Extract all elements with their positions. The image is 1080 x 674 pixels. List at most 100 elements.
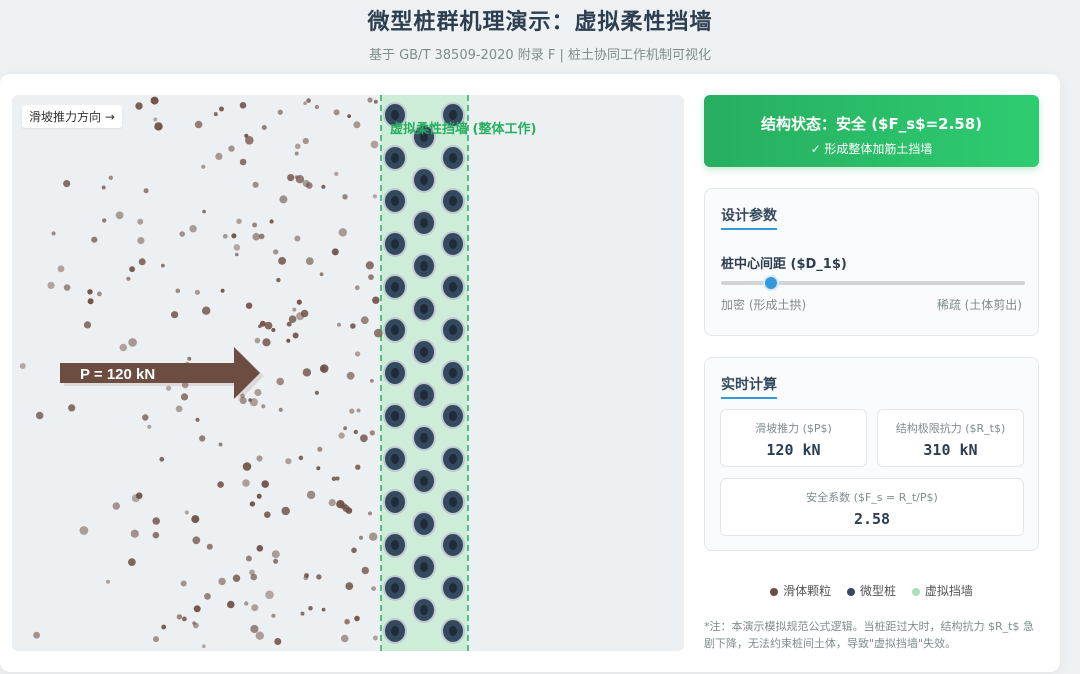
soil-particle (319, 364, 329, 373)
soil-particle (287, 174, 295, 182)
slider-max-label: 稀疏 (土体剪出) (936, 298, 1022, 312)
soil-particle (232, 574, 241, 582)
soil-particle (367, 97, 373, 103)
soil-particle (248, 398, 252, 402)
micro-pile (412, 425, 436, 451)
soil-particle (194, 289, 200, 295)
micro-pile (383, 317, 407, 343)
soil-particle (319, 272, 324, 277)
soil-particle (372, 296, 380, 304)
soil-particle (264, 511, 271, 518)
simulation-canvas: P = 120 kN (12, 95, 684, 651)
soil-particle (321, 607, 326, 612)
soil-particle (337, 322, 341, 327)
soil-particle (281, 506, 290, 516)
soil-particle (137, 237, 145, 245)
legend-soil: 滑体颗粒 (770, 584, 831, 598)
calc-title: 实时计算 (721, 374, 777, 399)
soil-particle (256, 493, 262, 499)
micro-pile (383, 446, 407, 472)
soil-particle (271, 613, 276, 618)
spacing-slider-handle[interactable] (763, 275, 779, 291)
micro-pile (412, 554, 436, 580)
soil-particle (321, 184, 326, 189)
soil-particle (308, 606, 313, 611)
soil-particle (171, 311, 179, 319)
soil-particle (213, 112, 218, 117)
soil-particle (256, 455, 263, 462)
soil-particle (152, 531, 160, 539)
soil-particle (236, 218, 242, 225)
page-title: 微型桩群机理演示：虚拟柔性挡墙 (367, 10, 713, 35)
soil-particle (261, 404, 266, 409)
soil-particle (292, 307, 297, 312)
soil-particle (138, 258, 146, 266)
soil-particle (255, 631, 264, 640)
soil-particle (193, 622, 199, 629)
soil-particle (63, 284, 71, 291)
soil-particle (355, 464, 361, 470)
soil-particle (300, 611, 305, 616)
micro-pile (441, 446, 465, 472)
soil-dot-icon (770, 587, 779, 596)
wall-dot-icon (911, 587, 920, 596)
soil-particle (115, 211, 124, 220)
soil-particle (180, 580, 187, 587)
micro-pile (441, 274, 465, 300)
soil-particle (180, 393, 189, 401)
safety-factor-card: 安全系数 ($F_s = R_t/P$) 2.58 (720, 478, 1024, 536)
soil-particle (152, 517, 160, 525)
soil-particle (296, 299, 302, 305)
soil-particle (235, 252, 239, 257)
soil-particle (314, 390, 319, 395)
soil-particle (351, 547, 357, 554)
soil-particle (57, 265, 65, 273)
force-arrow: P = 120 kN (60, 347, 264, 402)
micro-pile (412, 597, 436, 623)
soil-particle (305, 257, 314, 265)
soil-particle (128, 558, 136, 566)
soil-particle (153, 117, 158, 122)
soil-particle (204, 593, 211, 600)
soil-particle (360, 434, 368, 443)
soil-particle (128, 338, 137, 347)
soil-particle (245, 302, 253, 309)
soil-particle (328, 499, 336, 507)
soil-particle (345, 582, 354, 590)
soil-particle (220, 288, 225, 293)
soil-particle (368, 274, 374, 280)
soil-particle (108, 175, 114, 180)
status-title: 结构状态：安全 ($F_s$=2.58) (760, 115, 983, 133)
soil-particle (369, 532, 378, 541)
status-banner: 结构状态：安全 ($F_s$=2.58) ✓ 形成整体加筋土挡墙 (704, 95, 1039, 167)
legend-soil-label: 滑体颗粒 (783, 584, 832, 598)
soil-particle (334, 171, 339, 177)
soil-particle (374, 328, 383, 338)
soil-particle (294, 151, 299, 156)
soil-particle (347, 114, 351, 118)
soil-particle (244, 601, 249, 606)
micro-pile (441, 532, 465, 558)
soil-particle (184, 510, 189, 515)
micro-pile (383, 231, 407, 257)
legend-wall-label: 虚拟挡墙 (924, 584, 973, 598)
soil-particle (265, 590, 274, 600)
soil-particle (112, 502, 121, 510)
micro-pile (441, 317, 465, 343)
force-label: P = 120 kN (80, 366, 155, 383)
spacing-slider-label: 桩中心间距 ($D_1$) (721, 257, 847, 272)
soil-particle (302, 368, 312, 377)
soil-particle (285, 458, 292, 465)
soil-particle (369, 430, 375, 436)
soil-particle (292, 332, 299, 339)
soil-particle (296, 312, 305, 321)
soil-particle (182, 616, 187, 622)
soil-particle (271, 327, 276, 333)
soil-particle (218, 442, 223, 447)
soil-particle (354, 285, 360, 291)
soil-particle (87, 298, 94, 305)
micro-pile (441, 403, 465, 429)
soil-particle (278, 407, 283, 412)
soil-particle (316, 466, 321, 471)
soil-particle (106, 579, 110, 584)
